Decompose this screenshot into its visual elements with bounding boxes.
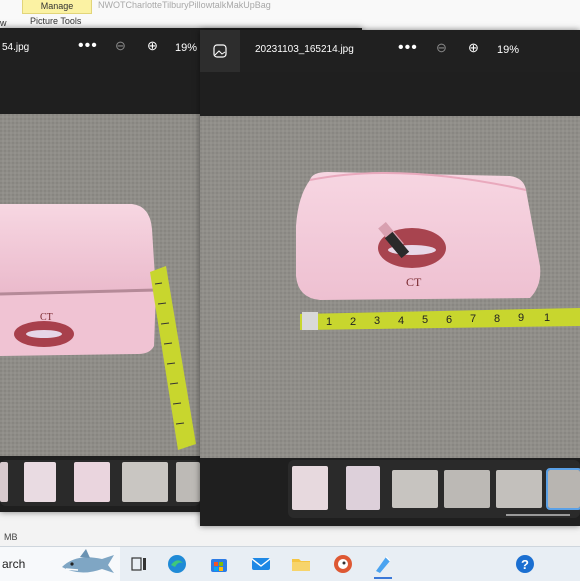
svg-text:4: 4 xyxy=(398,315,404,327)
filmstrip-scrollbar[interactable] xyxy=(506,514,570,516)
more-options-button[interactable]: ••• xyxy=(78,37,98,55)
svg-text:CT: CT xyxy=(406,275,422,289)
svg-text:9: 9 xyxy=(518,312,524,324)
shark-search-decoration-icon xyxy=(62,549,114,573)
zoom-out-icon[interactable]: ⊖ xyxy=(115,38,126,54)
thumbnail[interactable] xyxy=(122,462,168,502)
file-explorer-icon[interactable] xyxy=(290,553,312,575)
svg-text:7: 7 xyxy=(470,313,476,325)
viewer-right-titlebar: 20231103_165214.jpg ••• ⊖ ⊕ 19% xyxy=(200,30,580,72)
svg-text:8: 8 xyxy=(494,313,500,325)
thumbnail[interactable] xyxy=(444,470,490,508)
more-options-button[interactable]: ••• xyxy=(398,39,418,57)
image-icon xyxy=(213,44,227,58)
svg-text:?: ? xyxy=(521,557,529,572)
taskbar: arch ? xyxy=(0,546,580,581)
viewer-right-filename: 20231103_165214.jpg xyxy=(255,44,354,55)
svg-text:6: 6 xyxy=(446,314,452,326)
edge-icon[interactable] xyxy=(166,553,188,575)
svg-text:3: 3 xyxy=(374,315,380,327)
ribbon-fragment-label: w xyxy=(0,18,7,28)
svg-text:CT: CT xyxy=(40,312,53,323)
status-bar: MB xyxy=(0,530,580,546)
svg-text:2: 2 xyxy=(350,316,356,328)
zoom-level: 19% xyxy=(497,44,520,56)
thumbnail[interactable] xyxy=(346,466,380,510)
duckduckgo-icon[interactable] xyxy=(332,553,354,575)
active-app-indicator xyxy=(374,577,392,579)
zoom-in-icon[interactable]: ⊕ xyxy=(147,38,158,54)
thumbnail[interactable] xyxy=(74,462,110,502)
svg-text:5: 5 xyxy=(422,314,428,326)
help-icon[interactable]: ? xyxy=(514,553,536,575)
picture-tools-label: Picture Tools xyxy=(30,16,82,26)
status-size: MB xyxy=(4,532,18,542)
thumbnail[interactable] xyxy=(292,466,328,510)
mail-icon[interactable] xyxy=(250,553,272,575)
thumbnail[interactable] xyxy=(24,462,56,502)
thumbnail[interactable] xyxy=(496,470,542,508)
photo-right: CT 1 2 3 4 5 6 7 8 9 1 xyxy=(200,116,580,466)
paint-icon[interactable] xyxy=(372,553,394,575)
taskbar-search[interactable]: arch xyxy=(0,547,120,581)
filmstrip-right xyxy=(200,458,580,526)
thumbnail-selected[interactable] xyxy=(546,468,580,510)
viewer-left-filename: 54.jpg xyxy=(2,42,30,53)
thumbnail[interactable] xyxy=(0,462,8,502)
task-view-icon[interactable] xyxy=(128,553,150,575)
thumbnail[interactable] xyxy=(176,462,200,502)
view-toggle-button[interactable] xyxy=(200,30,240,72)
search-label: arch xyxy=(2,557,26,571)
manage-tab[interactable]: Manage xyxy=(22,0,92,14)
svg-text:1: 1 xyxy=(326,316,332,328)
zoom-in-icon[interactable]: ⊕ xyxy=(468,40,479,56)
zoom-level: 19% xyxy=(175,42,198,54)
thumbnail[interactable] xyxy=(392,470,438,508)
svg-text:1: 1 xyxy=(544,312,550,324)
photo-viewer-right: 20231103_165214.jpg ••• ⊖ ⊕ 19% CT 1 2 3… xyxy=(200,30,580,526)
zoom-out-icon[interactable]: ⊖ xyxy=(436,40,447,56)
store-icon[interactable] xyxy=(208,553,230,575)
document-title: NWOTCharlotteTilburyPillowtalkMakUpBag xyxy=(98,0,271,10)
